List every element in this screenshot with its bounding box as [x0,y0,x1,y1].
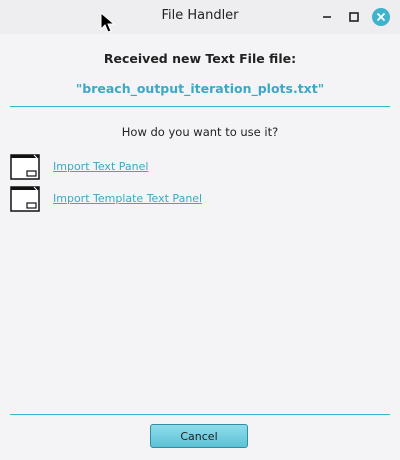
divider [10,414,390,415]
option-import-template-text-panel[interactable]: Import Template Text Panel [10,186,310,212]
question-text: How do you want to use it? [121,125,279,139]
import-text-panel-link[interactable]: Import Text Panel [53,160,148,173]
file-handler-window: File Handler Received new Text File file… [0,0,400,460]
maximize-icon[interactable] [345,8,363,26]
minimize-icon[interactable] [318,8,336,26]
file-name: "breach_output_iteration_plots.txt" [75,81,325,96]
window-title: File Handler [161,8,239,23]
dialog-heading: Received new Text File file: [103,51,297,66]
mouse-cursor-icon [100,12,116,33]
cancel-button[interactable]: Cancel [150,424,248,448]
title-bar[interactable]: File Handler [0,0,400,34]
divider [10,106,390,107]
close-icon[interactable] [372,8,390,26]
window-panel-icon [10,186,40,212]
option-import-text-panel[interactable]: Import Text Panel [10,154,310,180]
window-panel-icon [10,154,40,180]
import-template-text-panel-link[interactable]: Import Template Text Panel [53,192,202,205]
